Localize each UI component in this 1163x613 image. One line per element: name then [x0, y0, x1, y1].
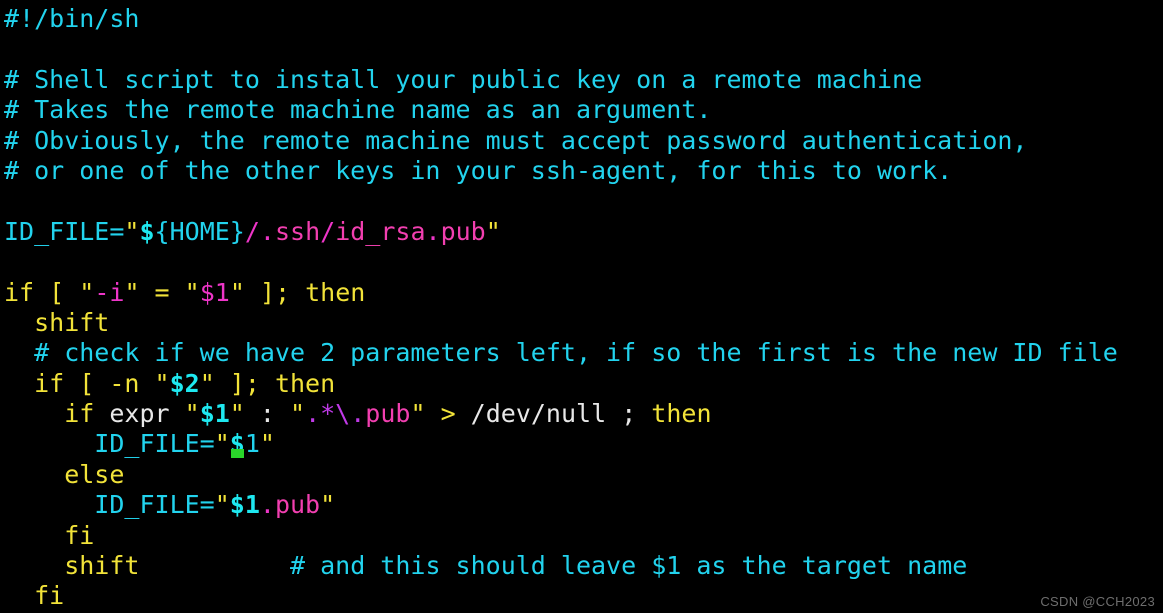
- code-token: ": [229, 277, 245, 307]
- line-7-blank[interactable]: [0, 186, 1163, 216]
- code-token: ]; then: [214, 368, 336, 398]
- line-11-shift[interactable]: shift: [0, 308, 1163, 338]
- code-token: ": [214, 429, 230, 459]
- line-12-comment-check-params[interactable]: # check if we have 2 parameters left, if…: [0, 338, 1163, 368]
- line-1-shebang[interactable]: #!/bin/sh: [0, 4, 1163, 34]
- code-token: $2: [169, 368, 200, 398]
- code-token: $1: [199, 277, 230, 307]
- code-token: ": [485, 216, 501, 246]
- code-token: ": [184, 399, 200, 429]
- code-token: ID_FILE=: [4, 490, 215, 520]
- code-token: $1: [199, 399, 230, 429]
- code-token: fi: [4, 581, 65, 611]
- code-token: .*\.: [305, 399, 366, 429]
- code-token: ssh: [274, 216, 321, 246]
- cursor-token: $: [229, 429, 245, 459]
- code-token: # check if we have 2 parameters left, if…: [4, 338, 1118, 368]
- code-token: :: [244, 399, 291, 429]
- code-token: # Takes the remote machine name as an ar…: [4, 95, 712, 125]
- code-token: id_rsa: [335, 216, 426, 246]
- code-token: 1: [244, 429, 260, 459]
- code-token: if [ -n: [4, 368, 155, 398]
- line-14-if-expr[interactable]: if expr "$1" : ".*\.pub" > /dev/null ; t…: [0, 399, 1163, 429]
- line-6-comment-or-one-of[interactable]: # or one of the other keys in your ssh-a…: [0, 156, 1163, 186]
- code-token: ": [259, 429, 275, 459]
- code-token: pub: [274, 490, 321, 520]
- line-9-blank[interactable]: [0, 247, 1163, 277]
- code-token: fi: [4, 520, 95, 550]
- code-token: if: [4, 399, 110, 429]
- code-token: {HOME}: [154, 216, 245, 246]
- code-token: ": [320, 490, 336, 520]
- line-20-fi-outer[interactable]: fi: [0, 581, 1163, 611]
- line-5-comment-obviously[interactable]: # Obviously, the remote machine must acc…: [0, 126, 1163, 156]
- line-3-comment-shell-script[interactable]: # Shell script to install your public ke…: [0, 65, 1163, 95]
- line-8-id-file-assign[interactable]: ID_FILE="${HOME}/.ssh/id_rsa.pub": [0, 217, 1163, 247]
- line-18-fi-inner[interactable]: fi: [0, 521, 1163, 551]
- code-token: ": [124, 277, 140, 307]
- code-token: ": [290, 399, 306, 429]
- code-token: >: [425, 399, 471, 429]
- line-10-if-dash-i[interactable]: if [ "-i" = "$1" ]; then: [0, 278, 1163, 308]
- code-token: shift: [4, 307, 110, 337]
- code-token: ": [79, 277, 95, 307]
- code-token: shift: [4, 551, 140, 581]
- code-token: #!/bin/sh: [4, 4, 140, 33]
- code-token: # Shell script to install your public ke…: [4, 64, 923, 94]
- line-17-id-file-dollar1-pub[interactable]: ID_FILE="$1.pub": [0, 490, 1163, 520]
- code-token: /: [320, 216, 336, 246]
- code-token: ]; then: [244, 277, 366, 307]
- code-token: /.: [244, 216, 275, 246]
- code-token: ": [184, 277, 200, 307]
- code-token: -i: [94, 277, 125, 307]
- line-16-else[interactable]: else: [0, 460, 1163, 490]
- code-token: ": [229, 399, 245, 429]
- code-token: .: [425, 216, 441, 246]
- code-token: ": [410, 399, 426, 429]
- line-13-if-dash-n[interactable]: if [ -n "$2" ]; then: [0, 369, 1163, 399]
- code-token: ;: [621, 399, 652, 429]
- code-token: =: [139, 277, 185, 307]
- code-token: else: [4, 459, 125, 489]
- code-token: # and this should leave $1 as the target…: [289, 551, 968, 581]
- code-token: .: [259, 490, 275, 520]
- line-4-comment-takes-remote[interactable]: # Takes the remote machine name as an ar…: [0, 95, 1163, 125]
- code-token: # Obviously, the remote machine must acc…: [4, 125, 1028, 155]
- code-token: if [: [4, 277, 80, 307]
- code-token: $: [139, 216, 155, 246]
- code-token: /dev/null: [470, 399, 622, 429]
- terminal-screen[interactable]: #!/bin/sh # Shell script to install your…: [0, 0, 1163, 613]
- code-token: pub: [365, 399, 411, 429]
- code-token: $1: [229, 490, 260, 520]
- code-token: then: [651, 399, 712, 429]
- code-token: ": [214, 490, 230, 520]
- line-15-id-file-dollar1[interactable]: ID_FILE="$1": [0, 429, 1163, 459]
- code-token: ": [154, 368, 170, 398]
- code-token: ID_FILE=: [4, 429, 215, 459]
- line-19-shift-with-comment[interactable]: shift # and this should leave $1 as the …: [0, 551, 1163, 581]
- code-token: pub: [440, 216, 486, 246]
- code-token: expr: [109, 399, 185, 429]
- code-token: ID_FILE=: [4, 216, 125, 246]
- code-token: ": [124, 216, 140, 246]
- code-token: ": [199, 368, 215, 398]
- line-2-blank[interactable]: [0, 34, 1163, 64]
- code-area[interactable]: #!/bin/sh # Shell script to install your…: [0, 0, 1163, 612]
- watermark-label: CSDN @CCH2023: [1040, 594, 1155, 609]
- code-token: # or one of the other keys in your ssh-a…: [4, 155, 953, 185]
